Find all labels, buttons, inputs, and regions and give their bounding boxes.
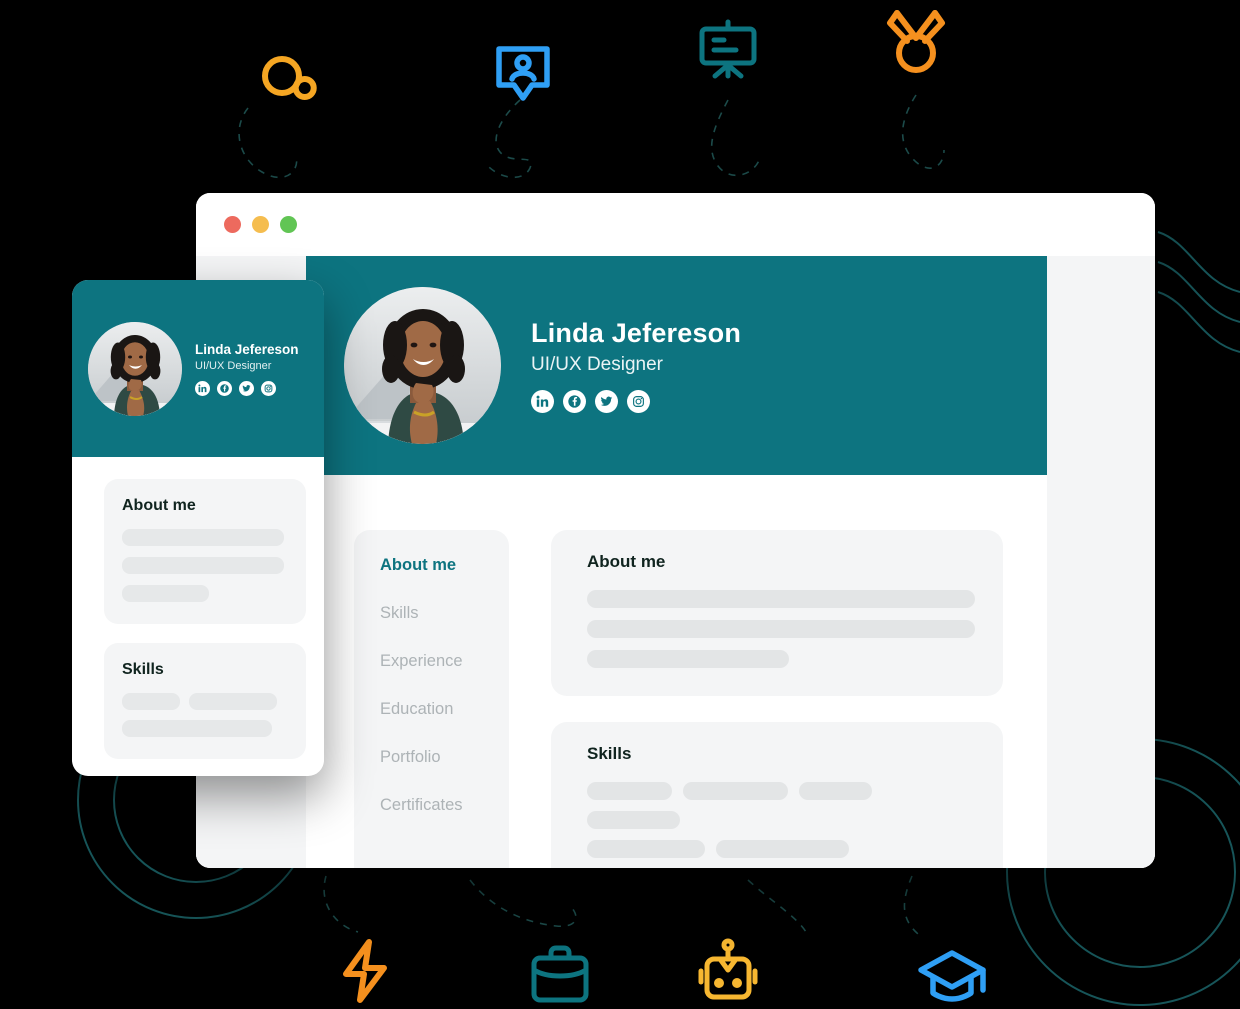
mobile-profile-hero: Linda Jefereson UI/UX Designer [72, 280, 324, 457]
panel-title: About me [122, 497, 196, 514]
nav-item-portfolio[interactable]: Portfolio [380, 748, 509, 767]
dashed-curve-8 [903, 875, 919, 935]
mobile-profile-info: Linda Jefereson UI/UX Designer [195, 342, 299, 396]
social-links [531, 390, 741, 413]
nav-item-skills[interactable]: Skills [380, 604, 509, 623]
maximize-traffic-light[interactable] [280, 216, 297, 233]
skill-chip [683, 782, 788, 800]
twitter-icon[interactable] [595, 390, 618, 413]
skill-chip [799, 782, 872, 800]
skill-chip [587, 782, 672, 800]
page-content: About me Skills Experience Education Por… [306, 475, 1047, 868]
facebook-icon[interactable] [563, 390, 586, 413]
avatar [344, 287, 501, 444]
placeholder-line [587, 590, 975, 608]
browser-window: Linda Jefereson UI/UX Designer About me … [196, 193, 1155, 868]
wave-lines [1157, 231, 1240, 353]
skill-chip-row [122, 720, 284, 737]
dashed-curve-7 [747, 879, 807, 933]
search-icon [255, 50, 325, 125]
profile-name: Linda Jefereson [531, 318, 742, 348]
lightning-bolt-icon [338, 938, 392, 1009]
profile-info: Linda Jefereson UI/UX Designer [531, 318, 741, 413]
mobile-profile-role: UI/UX Designer [195, 359, 272, 372]
skill-chip [122, 693, 180, 710]
skill-chip-row [587, 782, 975, 829]
instagram-icon[interactable] [627, 390, 650, 413]
graduation-cap-icon [917, 948, 987, 1009]
page-root: Linda Jefereson UI/UX Designer About me … [0, 0, 1240, 1009]
minimize-traffic-light[interactable] [252, 216, 269, 233]
placeholder-line [587, 620, 975, 638]
panel-title: Skills [587, 744, 632, 763]
avatar-photo [344, 287, 501, 444]
section-nav: About me Skills Experience Education Por… [354, 530, 509, 868]
skill-chip [587, 840, 705, 858]
mobile-content: About me Skills [72, 457, 324, 759]
placeholder-line [122, 557, 284, 574]
mobile-avatar [88, 321, 182, 416]
skill-chip-row [122, 693, 284, 710]
mobile-avatar-photo [88, 321, 182, 416]
placeholder-line [122, 529, 284, 546]
linkedin-icon[interactable] [531, 390, 554, 413]
mobile-skills-panel: Skills [104, 643, 306, 759]
mobile-profile-name: Linda Jefereson [195, 341, 299, 357]
placeholder-line [122, 585, 210, 602]
dashed-curve-4 [901, 94, 945, 169]
linkedin-icon[interactable] [195, 380, 210, 396]
right-gutter [1047, 256, 1155, 868]
content-panels: About me Skills [551, 530, 1047, 868]
skill-chip [587, 811, 680, 829]
presentation-board-icon [695, 18, 761, 89]
facebook-icon[interactable] [217, 380, 232, 396]
skill-chip [122, 720, 272, 737]
browser-content: Linda Jefereson UI/UX Designer About me … [196, 256, 1155, 868]
skill-chip-row [587, 840, 975, 858]
mobile-social-links [195, 380, 299, 396]
instagram-icon[interactable] [261, 380, 276, 396]
about-me-panel: About me [551, 530, 1003, 696]
dashed-curve-5 [323, 875, 359, 933]
nav-item-about-me[interactable]: About me [380, 556, 509, 575]
skills-panel: Skills [551, 722, 1003, 868]
nav-item-certificates[interactable]: Certificates [380, 796, 509, 815]
dashed-curve-6 [469, 879, 577, 928]
twitter-icon[interactable] [239, 380, 254, 396]
portfolio-page: Linda Jefereson UI/UX Designer About me … [306, 256, 1047, 868]
placeholder-line [587, 650, 789, 668]
nav-item-education[interactable]: Education [380, 700, 509, 719]
mobile-preview-card: Linda Jefereson UI/UX Designer About me … [72, 280, 324, 776]
mobile-about-me-panel: About me [104, 479, 306, 624]
medal-award-icon [884, 5, 948, 82]
profile-hero: Linda Jefereson UI/UX Designer [306, 256, 1047, 475]
dashed-curve-3 [710, 99, 761, 177]
close-traffic-light[interactable] [224, 216, 241, 233]
panel-title: About me [587, 552, 666, 571]
robot-icon [697, 938, 759, 1009]
browser-titlebar [196, 193, 1155, 256]
profile-role: UI/UX Designer [531, 354, 663, 375]
briefcase-icon [529, 943, 591, 1009]
skill-chip [189, 693, 277, 710]
panel-title: Skills [122, 661, 164, 678]
profile-badge-icon [492, 42, 554, 113]
skill-chip [716, 840, 849, 858]
nav-item-experience[interactable]: Experience [380, 652, 509, 671]
